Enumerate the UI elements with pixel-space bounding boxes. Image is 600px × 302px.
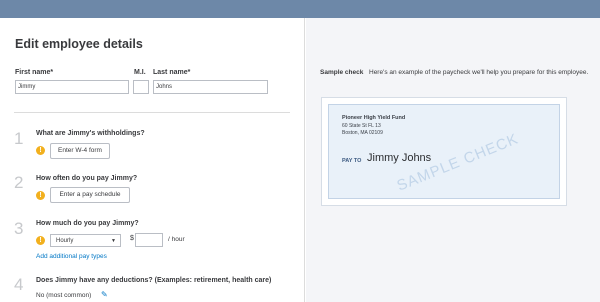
deductions-value: No (most common) (36, 292, 92, 299)
pay-to-label: PAY TO (342, 158, 362, 164)
sample-check-panel: Sample check Here's an example of the pa… (306, 18, 600, 302)
last-name-label: Last name* (153, 69, 191, 76)
pay-type-value: Hourly (56, 238, 74, 244)
check-face: SAMPLE CHECK Pioneer High Yield Fund 60 … (328, 104, 560, 199)
sample-check-description: Here's an example of the paycheck we'll … (369, 69, 589, 76)
employee-form-panel: Edit employee details First name* Jimmy … (0, 18, 305, 302)
warning-icon: ! (36, 191, 45, 200)
section-divider (14, 112, 290, 113)
pay-type-select[interactable]: Hourly ▼ (50, 234, 121, 247)
step-number-4: 4 (14, 275, 24, 294)
sample-check-label: Sample check (320, 69, 364, 76)
chevron-down-icon: ▼ (111, 238, 116, 244)
step-number-3: 3 (14, 219, 24, 238)
sample-check-card: SAMPLE CHECK Pioneer High Yield Fund 60 … (321, 97, 567, 206)
pay-amount-question: How much do you pay Jimmy? (36, 220, 139, 227)
enter-w4-form-button[interactable]: Enter W-4 form (50, 143, 110, 159)
step-number-2: 2 (14, 173, 24, 192)
pay-rate-unit: / hour (168, 236, 185, 243)
pencil-icon[interactable]: ✎ (101, 290, 108, 299)
payer-name: Pioneer High Yield Fund (342, 115, 406, 121)
middle-initial-field[interactable] (133, 80, 149, 94)
payer-address-line-1: 60 State St FL 13 (342, 123, 381, 129)
withholdings-question: What are Jimmy's withholdings? (36, 130, 145, 137)
enter-pay-schedule-button[interactable]: Enter a pay schedule (50, 187, 130, 203)
first-name-field[interactable]: Jimmy (15, 80, 129, 94)
middle-initial-label: M.I. (134, 69, 146, 76)
pay-frequency-question: How often do you pay Jimmy? (36, 175, 138, 182)
pay-rate-input[interactable] (135, 233, 163, 247)
payee-name: Jimmy Johns (367, 152, 432, 164)
first-name-label: First name* (15, 69, 54, 76)
top-header-bar (0, 0, 600, 18)
warning-icon: ! (36, 146, 45, 155)
last-name-field[interactable]: Johns (153, 80, 268, 94)
add-pay-types-link[interactable]: Add additional pay types (36, 253, 107, 260)
payer-address-line-2: Boston, MA 02109 (342, 130, 383, 136)
deductions-question: Does Jimmy have any deductions? (Example… (36, 277, 272, 284)
step-number-1: 1 (14, 129, 24, 148)
warning-icon: ! (36, 236, 45, 245)
currency-symbol: $ (130, 235, 134, 242)
page-title: Edit employee details (15, 37, 143, 51)
